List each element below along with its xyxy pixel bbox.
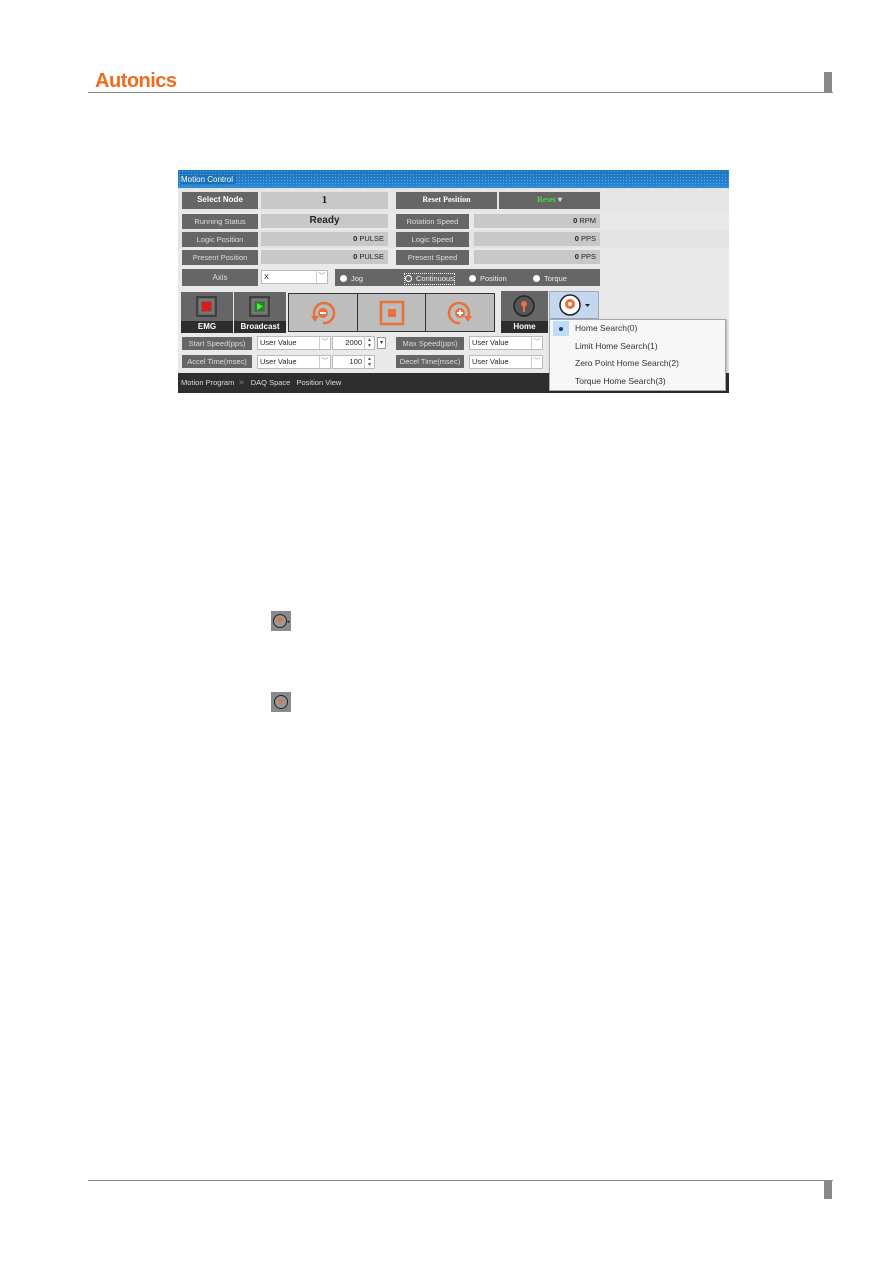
menu-item-zero-point-home-search[interactable]: Zero Point Home Search(2) [550,355,725,373]
present-position-value: 0 PULSE [261,250,388,264]
start-speed-dropdown-icon[interactable]: ▾ [377,337,386,349]
motion-button-group [288,293,495,332]
window-title: Motion Control [181,175,237,184]
spinner-arrows-icon[interactable]: ▲ ▼ [364,356,374,368]
broadcast-button[interactable]: Broadcast [234,292,286,333]
chevron-down-icon: ﹀ [316,271,327,283]
reset-label: Reset [537,195,556,204]
running-status-label: Running Status [182,214,258,229]
rotation-speed-label: Rotation Speed [396,214,469,229]
axis-label: Axis [182,269,258,286]
mode-radio-continuous[interactable]: Continuous [404,273,455,285]
menu-item-limit-home-search[interactable]: Limit Home Search(1) [550,338,725,356]
rotate-ccw-minus-icon [310,301,336,324]
max-speed-label: Max Speed(pps) [396,337,464,350]
reset-position-button[interactable]: Reset Position [396,192,497,209]
stop-square-icon [196,296,217,317]
close-icon[interactable]: ✕ [238,378,244,387]
window-titlebar: Motion Control [178,170,729,188]
chevron-down-icon: ﹀ [319,356,330,368]
motion-control-window: Motion Control Select Node 1 Reset Posit… [178,170,729,393]
accel-time-label: Accel Time(msec) [182,355,252,368]
footer-tab-marker [824,1181,832,1199]
header-tab-marker [824,72,832,93]
chevron-down-icon: ▾ [557,195,562,204]
tab-motion-program[interactable]: Motion Program [181,378,234,387]
tab-position-view[interactable]: Position View [296,378,341,387]
home-search-dropdown-button[interactable] [549,291,599,319]
footer-rule [88,1180,833,1181]
running-status-value: Ready [261,214,388,228]
autonics-logo: Autonics [95,70,177,92]
decel-time-mode-select[interactable]: User Value ﹀ [469,355,543,369]
select-node-label: Select Node [182,192,258,209]
logic-speed-label: Logic Speed [396,232,469,247]
rotate-cw-plus-icon [447,301,473,324]
max-speed-mode-select[interactable]: User Value ﹀ [469,336,543,350]
start-speed-input[interactable]: 2000 ▲ ▼ [332,336,375,350]
stop-icon [379,300,404,325]
emg-label: EMG [181,321,233,333]
reset-dropdown-button[interactable]: Reset ▾ [499,192,600,209]
home-icon [271,692,291,712]
start-speed-mode-select[interactable]: User Value ﹀ [257,336,331,350]
mode-radio-position[interactable]: Position [469,274,507,284]
emg-button[interactable]: EMG [181,292,233,333]
chevron-down-icon: ﹀ [531,356,542,368]
broadcast-label: Broadcast [234,321,286,333]
stop-button[interactable] [358,294,427,331]
play-icon [249,296,270,317]
accel-time-input[interactable]: 100 ▲ ▼ [332,355,375,369]
menu-item-torque-home-search[interactable]: Torque Home Search(3) [550,373,725,391]
present-position-label: Present Position [182,250,258,265]
spinner-arrows-icon[interactable]: ▲ ▼ [364,337,374,349]
mode-radio-torque[interactable]: Torque [533,274,567,284]
axis-select[interactable]: X ﹀ [261,270,328,284]
rotate-cw-button[interactable] [426,294,494,331]
logic-position-label: Logic Position [182,232,258,247]
present-speed-label: Present Speed [396,250,469,265]
mode-radio-jog[interactable]: Jog [340,274,363,284]
tab-daq-space[interactable]: DAQ Space [251,378,291,387]
select-node-value[interactable]: 1 [261,192,388,209]
header-rule [88,92,833,93]
decel-time-label: Decel Time(msec) [396,355,464,368]
logic-speed-value: 0 PPS [474,232,600,246]
logic-position-value: 0 PULSE [261,232,388,246]
chevron-down-icon: ﹀ [319,337,330,349]
accel-time-mode-select[interactable]: User Value ﹀ [257,355,331,369]
home-search-gear-icon [559,294,590,316]
home-search-dropdown-icon [271,611,291,631]
home-search-menu: Home Search(0) Limit Home Search(1) Zero… [549,319,726,391]
home-icon [513,295,535,317]
present-speed-value: 0 PPS [474,250,600,264]
home-label: Home [501,321,548,333]
rotate-ccw-button[interactable] [289,294,358,331]
start-speed-label: Start Speed(pps) [182,337,252,350]
rotation-speed-value: 0 RPM [474,214,600,228]
chevron-down-icon: ﹀ [531,337,542,349]
home-button[interactable]: Home [501,291,548,333]
menu-item-home-search[interactable]: Home Search(0) [550,320,725,338]
